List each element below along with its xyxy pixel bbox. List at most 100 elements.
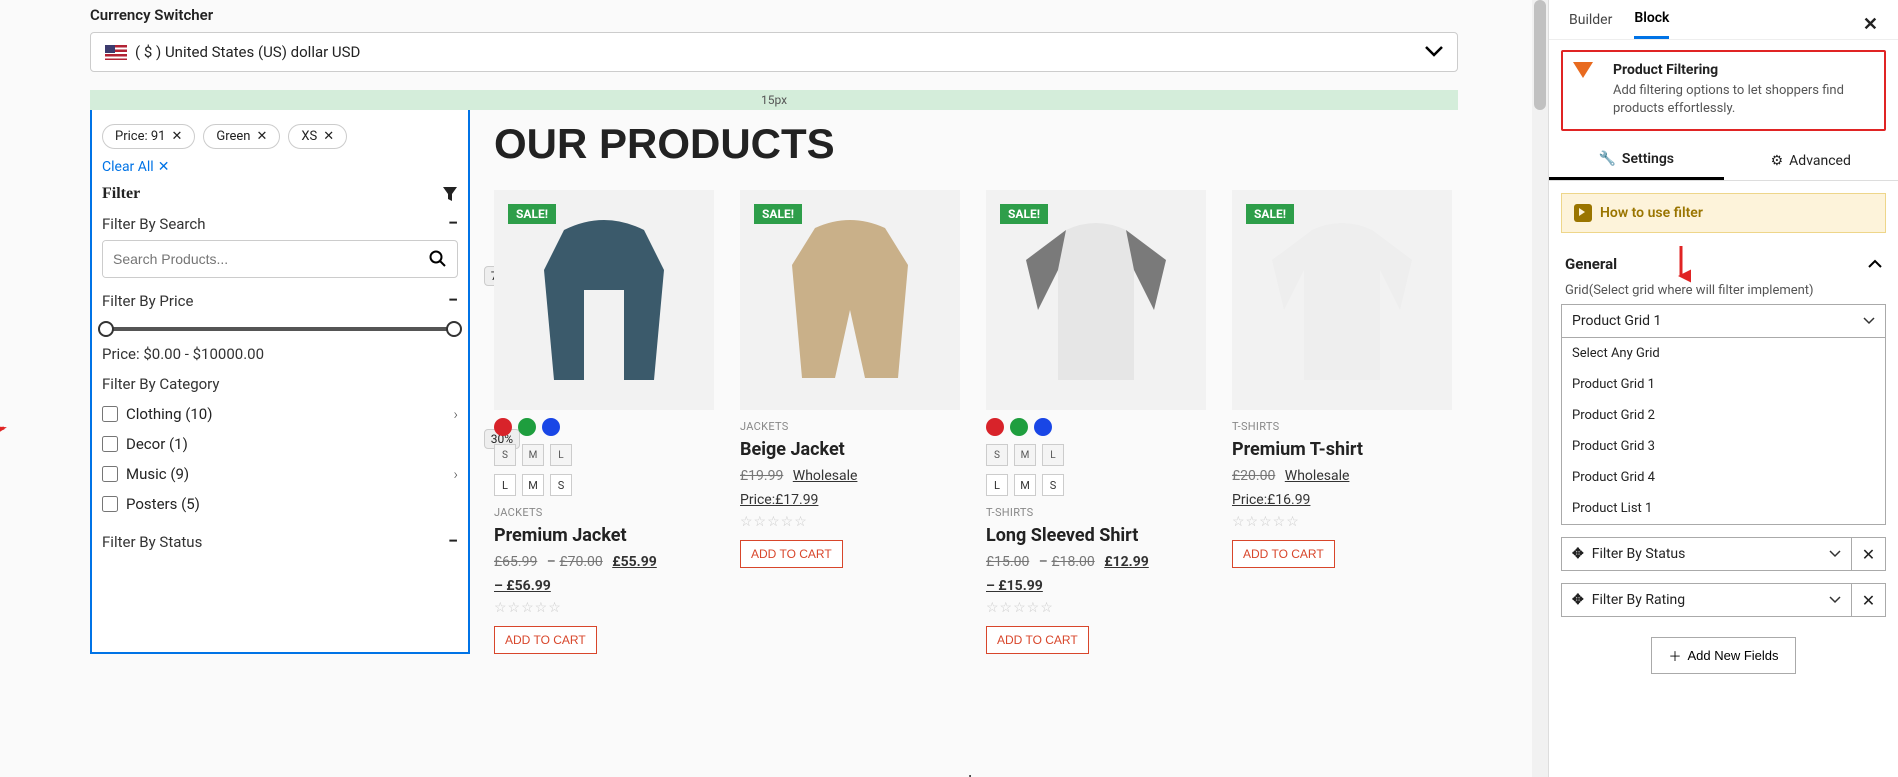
main-scrollbar[interactable] (1532, 0, 1548, 777)
color-swatch[interactable] (1010, 418, 1028, 436)
add-to-cart-button[interactable]: ADD TO CART (986, 626, 1089, 654)
inspector-panel: Builder Block ✕ Product Filtering Add fi… (1548, 0, 1898, 777)
price-row: Price:£17.99 (740, 492, 960, 508)
spacer-indicator: 15px (90, 90, 1458, 110)
filter-chip[interactable]: Green✕ (203, 124, 280, 149)
tab-block[interactable]: Block (1634, 10, 1669, 39)
filter-panel: Price: 91✕Green✕XS✕ Clear All ✕ Filter F… (90, 110, 470, 654)
search-products-input-wrap (102, 240, 458, 278)
filter-chip[interactable]: XS✕ (288, 124, 347, 149)
category-item[interactable]: Decor (1) (102, 429, 458, 459)
product-card: SALE!JACKETSBeige Jacket£19.99 Wholesale… (740, 190, 960, 654)
slider-handle-max[interactable] (446, 321, 462, 337)
search-icon[interactable] (419, 241, 457, 277)
size-variant[interactable]: L (494, 474, 516, 496)
subtab-advanced[interactable]: ⚙Advanced (1724, 141, 1898, 180)
howto-filter-link[interactable]: How to use filter (1561, 193, 1886, 233)
collapse-icon[interactable]: − (448, 213, 458, 234)
filter-chip[interactable]: Price: 91✕ (102, 124, 195, 149)
size-variant[interactable]: S (1042, 474, 1064, 496)
color-swatch[interactable] (518, 418, 536, 436)
product-name[interactable]: Beige Jacket (740, 439, 960, 460)
collapse-icon[interactable]: − (448, 531, 458, 552)
products-heading: OUR PRODUCTS (494, 120, 1458, 168)
product-thumb[interactable]: SALE! (740, 190, 960, 410)
product-card: SALE!T-SHIRTSPremium T-shirt£20.00 Whole… (1232, 190, 1452, 654)
slider-handle-min[interactable] (98, 321, 114, 337)
star-rating: ☆☆☆☆☆ (494, 600, 714, 616)
price-row: Price:£16.99 (1232, 492, 1452, 508)
close-icon: ✕ (158, 159, 170, 175)
add-new-fields-button[interactable]: ＋Add New Fields (1651, 637, 1795, 674)
category-checkbox[interactable] (102, 496, 118, 512)
color-swatch[interactable] (986, 418, 1004, 436)
collapse-icon[interactable]: − (448, 290, 458, 311)
category-checkbox[interactable] (102, 436, 118, 452)
us-flag-icon (105, 45, 127, 60)
remove-chip-icon[interactable]: ✕ (256, 129, 267, 144)
price-row: £19.99 Wholesale (740, 468, 960, 484)
product-thumb[interactable]: SALE! (494, 190, 714, 410)
remove-chip-icon[interactable]: ✕ (323, 129, 334, 144)
delete-field-button[interactable]: ✕ (1852, 583, 1886, 617)
add-to-cart-button[interactable]: ADD TO CART (494, 626, 597, 654)
price-row: – £56.99 (494, 578, 714, 594)
product-name[interactable]: Long Sleeved Shirt (986, 525, 1206, 546)
size-chip[interactable]: L (550, 444, 572, 466)
add-to-cart-button[interactable]: ADD TO CART (740, 540, 843, 568)
product-card: SALE!SMLLMST-SHIRTSLong Sleeved Shirt£15… (986, 190, 1206, 654)
grid-option[interactable]: Product Grid 4 (1562, 462, 1885, 493)
grid-option[interactable]: Product Grid 2 (1562, 400, 1885, 431)
chevron-right-icon: › (454, 405, 458, 423)
category-item[interactable]: Music (9)› (102, 459, 458, 489)
grid-option[interactable]: Product List 1 (1562, 493, 1885, 524)
size-variant[interactable]: S (550, 474, 572, 496)
chevron-down-icon (1425, 46, 1443, 58)
category-item[interactable]: Clothing (10)› (102, 399, 458, 429)
tab-builder[interactable]: Builder (1569, 12, 1612, 38)
category-checkbox[interactable] (102, 406, 118, 422)
sale-badge: SALE! (508, 204, 556, 224)
price-row: – £15.99 (986, 578, 1206, 594)
color-swatch[interactable] (494, 418, 512, 436)
product-category: JACKETS (494, 506, 714, 519)
general-section-header[interactable]: General (1561, 245, 1886, 283)
annotation-arrow-1 (0, 426, 12, 454)
product-name[interactable]: Premium T-shirt (1232, 439, 1452, 460)
filter-field-row[interactable]: ✥Filter By Status (1561, 537, 1852, 571)
currency-switcher[interactable]: ( $ ) United States (US) dollar USD (90, 32, 1458, 72)
search-products-input[interactable] (103, 241, 419, 277)
filter-field-row[interactable]: ✥Filter By Rating (1561, 583, 1852, 617)
grid-select[interactable]: Product Grid 1 (1561, 304, 1886, 338)
size-chip[interactable]: S (986, 444, 1008, 466)
close-panel-icon[interactable]: ✕ (1863, 14, 1878, 35)
product-name[interactable]: Premium Jacket (494, 525, 714, 546)
filter-category-title: Filter By Category (102, 375, 220, 393)
price-slider[interactable] (106, 327, 454, 331)
add-to-cart-button[interactable]: ADD TO CART (1232, 540, 1335, 568)
size-variant[interactable]: M (522, 474, 544, 496)
delete-field-button[interactable]: ✕ (1852, 537, 1886, 571)
product-thumb[interactable]: SALE! (986, 190, 1206, 410)
block-info-desc: Add filtering options to let shoppers fi… (1613, 82, 1872, 117)
remove-chip-icon[interactable]: ✕ (171, 129, 182, 144)
clear-all-link[interactable]: Clear All ✕ (92, 155, 468, 179)
size-chip[interactable]: M (1014, 444, 1036, 466)
size-chip[interactable]: M (522, 444, 544, 466)
color-swatch[interactable] (1034, 418, 1052, 436)
add-block-icon[interactable]: + (965, 770, 975, 777)
category-item[interactable]: Posters (5) (102, 489, 458, 519)
color-swatch[interactable] (542, 418, 560, 436)
currency-switcher-label: Currency Switcher (90, 6, 1458, 24)
product-thumb[interactable]: SALE! (1232, 190, 1452, 410)
size-variant[interactable]: M (1014, 474, 1036, 496)
chevron-down-icon (1829, 596, 1841, 604)
subtab-settings[interactable]: 🔧Settings (1549, 141, 1724, 180)
grid-option[interactable]: Product Grid 3 (1562, 431, 1885, 462)
size-variant[interactable]: L (986, 474, 1008, 496)
grid-option[interactable]: Select Any Grid (1562, 338, 1885, 369)
grid-option[interactable]: Product Grid 1 (1562, 369, 1885, 400)
size-chip[interactable]: L (1042, 444, 1064, 466)
category-checkbox[interactable] (102, 466, 118, 482)
size-chip[interactable]: S (494, 444, 516, 466)
